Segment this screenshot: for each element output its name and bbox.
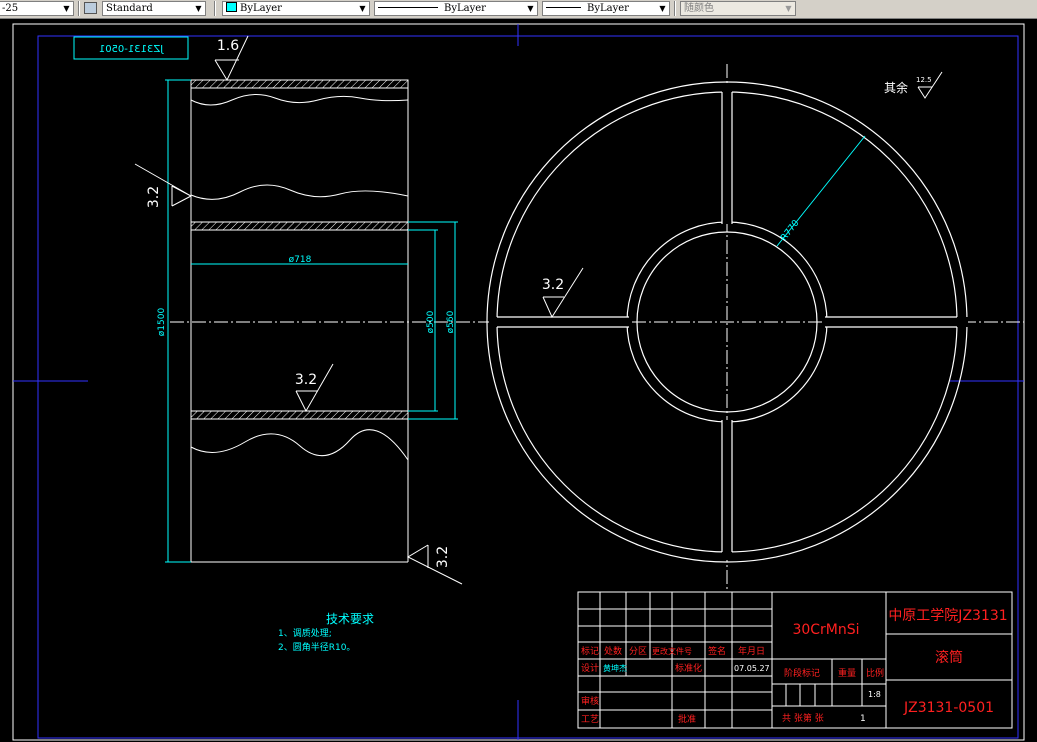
- sheets-text: 共 张第 张: [782, 712, 824, 724]
- dim-500: ø500: [426, 310, 436, 333]
- layer-color-dropdown[interactable]: ByLayer ▼: [222, 1, 370, 16]
- roughness-other-prefix: 其余: [884, 80, 908, 95]
- chevron-down-icon[interactable]: ▼: [357, 3, 368, 14]
- tech-req-line-1: 1、调质处理;: [278, 627, 332, 639]
- header-sign: 签名: [708, 645, 726, 657]
- toolbar-separator: [78, 1, 80, 16]
- dim-outer-dia: ø1500: [157, 308, 167, 337]
- label-approve: 批准: [678, 713, 696, 725]
- school-name: 中原工学院JZ3131: [888, 608, 1007, 624]
- chevron-down-icon[interactable]: ▼: [61, 3, 72, 14]
- sheet-number: 1: [860, 714, 866, 724]
- dimstyle-dropdown[interactable]: -25 ▼: [0, 1, 74, 16]
- header-zone: 分区: [629, 646, 647, 657]
- roughness-symbol-left: [134, 163, 192, 207]
- plotstyle-dropdown[interactable]: 随颜色 ▼: [680, 1, 796, 16]
- design-date: 07.05.27: [734, 664, 770, 673]
- inner-border: [37, 35, 1019, 739]
- header-count: 处数: [604, 645, 622, 657]
- chevron-down-icon[interactable]: ▼: [193, 3, 204, 14]
- textstyle-value: Standard: [106, 3, 153, 14]
- roughness-circle-value: 3.2: [542, 277, 564, 293]
- header-date: 年月日: [738, 645, 765, 657]
- roughness-middle-value: 3.2: [295, 372, 317, 388]
- dim-radius: R770: [779, 218, 801, 243]
- label-standard: 标准化: [675, 662, 702, 674]
- label-process: 工艺: [581, 714, 599, 725]
- roughness-left-value: 3.2: [146, 186, 162, 208]
- label-scale: 比例: [866, 667, 884, 679]
- roughness-top-value: 1.6: [217, 38, 239, 54]
- tech-req-title: 技术要求: [326, 612, 374, 626]
- layer-value: ByLayer: [240, 3, 282, 14]
- roughness-bottom-right-value: 3.2: [435, 546, 451, 568]
- ref-id-mirrored: JZ3131-0501: [99, 44, 164, 55]
- drawing-number: JZ3131-0501: [903, 700, 994, 716]
- material: 30CrMnSi: [792, 622, 859, 638]
- properties-toolbar: -25 ▼ Standard ▼ ByLayer ▼ ByLayer ▼ ByL…: [0, 0, 1037, 19]
- label-design: 设计: [581, 662, 599, 674]
- toolbar-separator: [674, 1, 676, 16]
- scale-value: 1:8: [868, 690, 881, 699]
- label-review: 审核: [581, 695, 599, 707]
- break-line-1: [190, 94, 409, 106]
- hatch-band-top: [190, 79, 409, 89]
- break-line-3: [190, 429, 409, 461]
- text-style-icon[interactable]: [84, 2, 97, 14]
- lineweight-dropdown[interactable]: ByLayer ▼: [542, 1, 670, 16]
- chevron-down-icon[interactable]: ▼: [657, 3, 668, 14]
- section-dimensions: [165, 79, 458, 563]
- drawing-canvas[interactable]: JZ3131-0501 ø1500 ø718 ø500 ø560 1.6 3.2…: [0, 18, 1037, 742]
- toolbar-separator: [214, 1, 216, 16]
- linetype-dropdown[interactable]: ByLayer ▼: [374, 1, 538, 16]
- linetype-value: ByLayer: [444, 3, 486, 14]
- chevron-down-icon[interactable]: ▼: [783, 3, 794, 14]
- dim-560: ø560: [446, 310, 456, 333]
- tech-req-line-2: 2、圆角半径R10。: [278, 641, 355, 653]
- plotstyle-value: 随颜色: [684, 3, 714, 14]
- part-name: 滚筒: [935, 649, 963, 666]
- label-weight: 重量: [838, 667, 856, 679]
- lineweight-sample-icon: [546, 7, 581, 8]
- break-line-2: [190, 184, 409, 200]
- section-view: [190, 79, 409, 563]
- hatch-band-middle: [190, 221, 409, 231]
- hatch-band-bottom: [190, 410, 409, 420]
- textstyle-dropdown[interactable]: Standard ▼: [102, 1, 206, 16]
- header-doc: 更改文件号: [652, 646, 692, 656]
- color-swatch-icon: [226, 2, 237, 12]
- designer-name: 黄坤杰: [603, 663, 627, 673]
- dimstyle-value: -25: [2, 3, 19, 14]
- linetype-sample-icon: [378, 7, 438, 8]
- lineweight-value: ByLayer: [587, 3, 629, 14]
- label-stage: 阶段标记: [784, 667, 820, 679]
- dim-bore: ø718: [289, 255, 312, 265]
- chevron-down-icon[interactable]: ▼: [525, 3, 536, 14]
- header-mark: 标记: [581, 645, 599, 657]
- roughness-other-value: 12.5: [916, 76, 932, 84]
